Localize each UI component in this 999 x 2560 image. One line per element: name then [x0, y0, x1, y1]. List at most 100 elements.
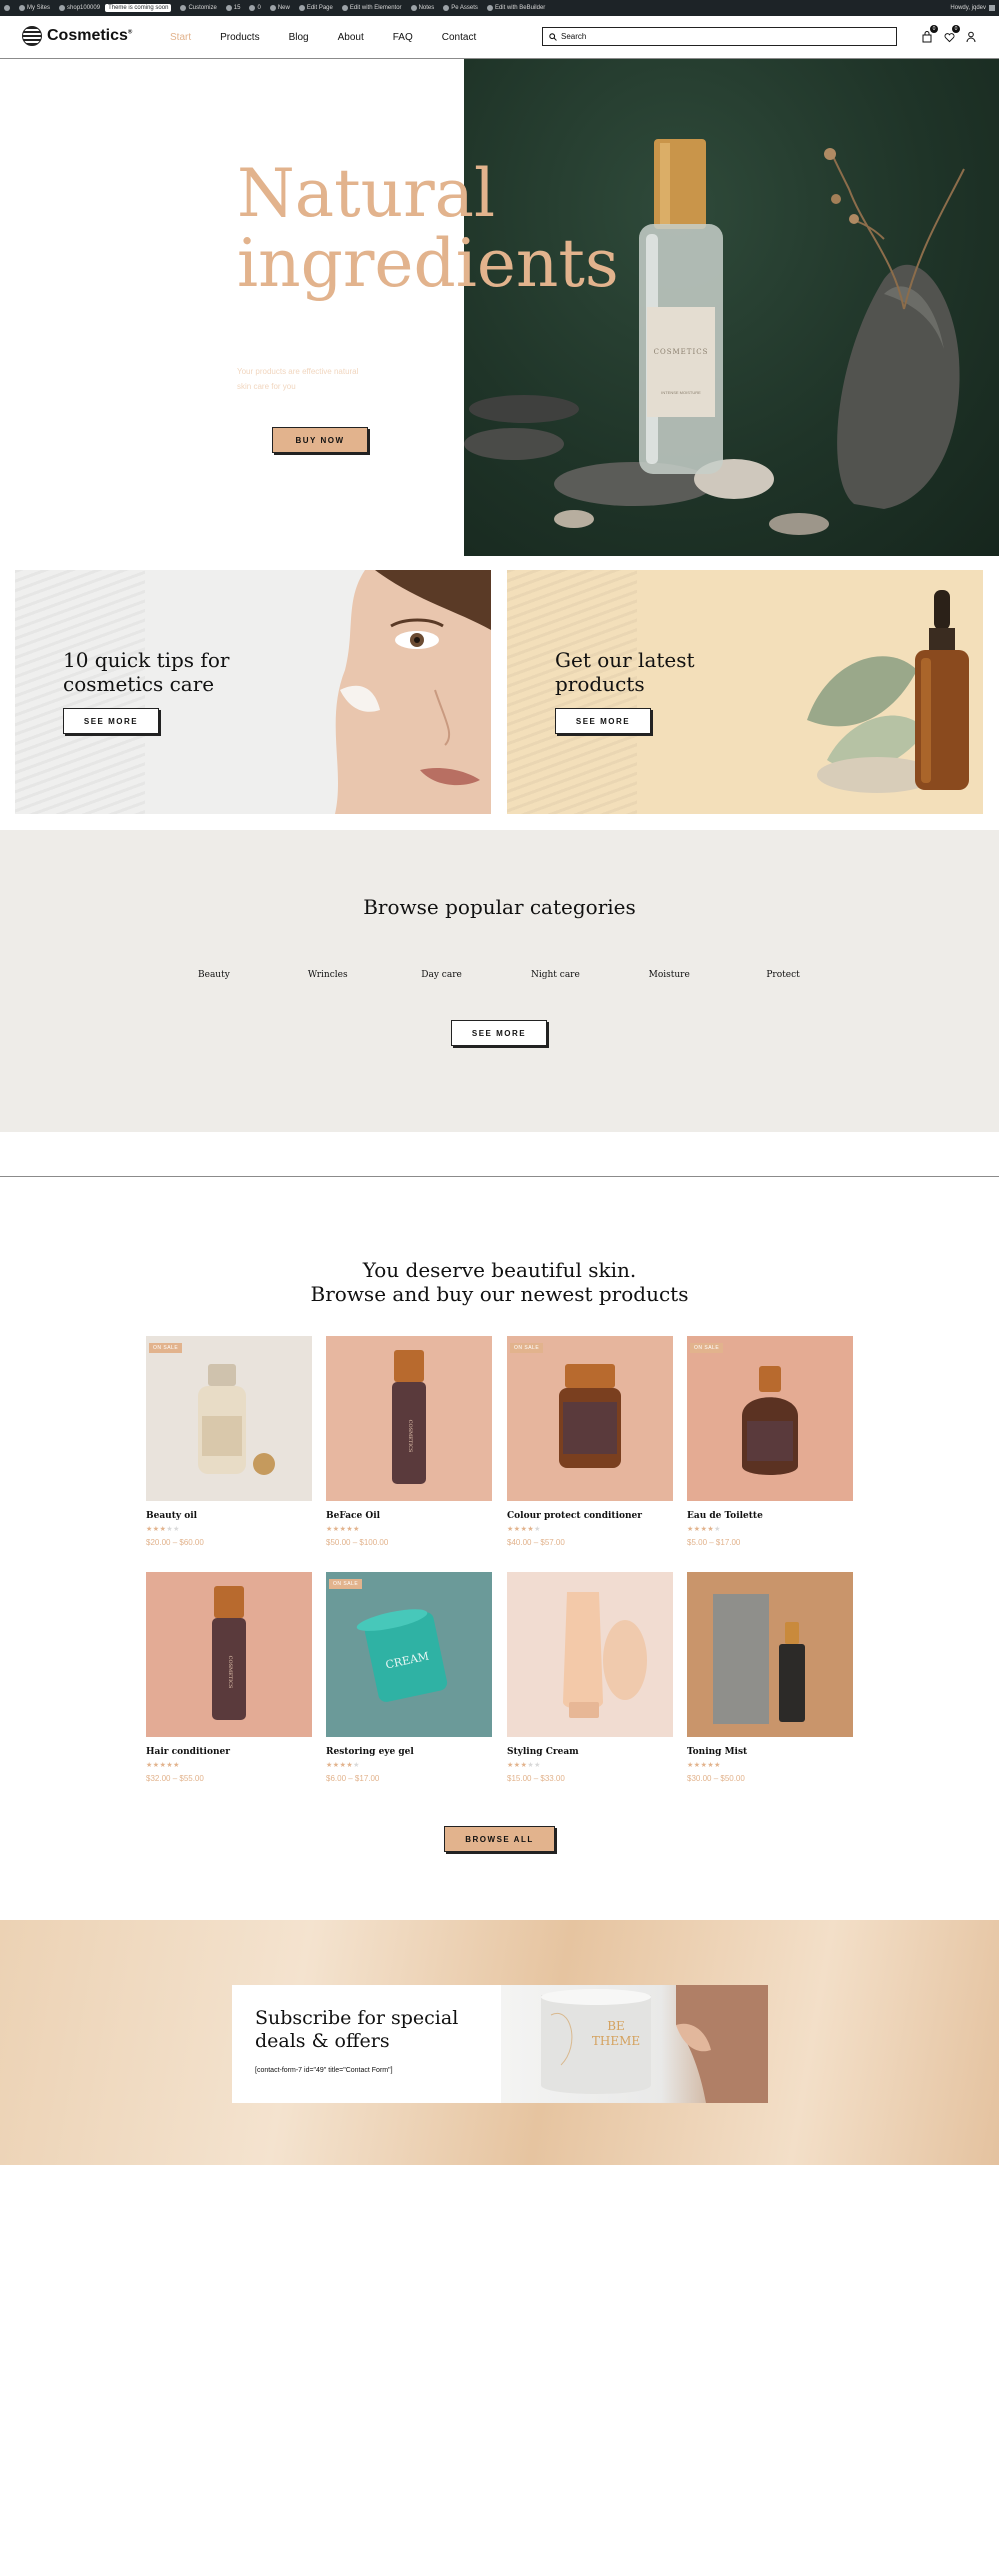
admin-item-wp[interactable] [4, 5, 10, 11]
category-protect[interactable]: Protect [726, 970, 840, 980]
wishlist-button[interactable]: 0 [944, 25, 960, 43]
sale-badge: ON SALE [149, 1343, 183, 1353]
product-price: $40.00 – $57.00 [507, 1538, 565, 1547]
product-card[interactable]: ON SALE CREAM Restoring eye gel ★★★★★ $6.… [326, 1572, 492, 1808]
product-card[interactable]: Toning Mist ★★★★★ $30.00 – $50.00 [687, 1572, 853, 1808]
admin-item-bebuilder[interactable]: Edit with BeBuilder [486, 5, 545, 11]
nav-blog[interactable]: Blog [289, 32, 309, 43]
nav-contact[interactable]: Contact [442, 32, 476, 43]
category-night-care[interactable]: Night care [498, 970, 612, 980]
promo-tips-title: 10 quick tips for cosmetics care [63, 648, 230, 696]
product-price: $15.00 – $33.00 [507, 1774, 565, 1783]
logo-text: Cosmetics [47, 27, 128, 44]
admin-item-updates[interactable]: 15 [225, 5, 240, 11]
category-day-care[interactable]: Day care [385, 970, 499, 980]
product-name[interactable]: Toning Mist [687, 1747, 853, 1757]
admin-item-comments[interactable]: 0 [249, 5, 261, 11]
promo-card-tips[interactable]: 10 quick tips for cosmetics care SEE MOR… [15, 570, 491, 814]
product-name[interactable]: Restoring eye gel [326, 1747, 492, 1757]
category-wrincles[interactable]: Wrincles [271, 970, 385, 980]
admin-bar: My Sites shop100009 Theme is coming soon… [0, 0, 999, 16]
buy-now-button[interactable]: BUY NOW [272, 427, 368, 453]
hero-image: COSMETICS INTENSE MOISTURE [464, 59, 999, 556]
section-divider [0, 1176, 999, 1177]
product-card[interactable]: COSMETICS BeFace Oil ★★★★★ $50.00 – $100… [326, 1336, 492, 1572]
product-name[interactable]: Hair conditioner [146, 1747, 312, 1757]
product-rating: ★★★★★ [326, 1525, 492, 1533]
product-art [198, 1364, 275, 1475]
categories-title: Browse popular categories [363, 895, 636, 919]
category-moisture[interactable]: Moisture [612, 970, 726, 980]
see-more-categories-button[interactable]: SEE MORE [451, 1020, 547, 1046]
category-beauty[interactable]: Beauty [157, 970, 271, 980]
main-nav: Start Products Blog About FAQ Contact [170, 16, 505, 59]
product-name[interactable]: BeFace Oil [326, 1511, 492, 1521]
star-filled-icon: ★ [152, 1762, 160, 1769]
admin-item-elementor[interactable]: Edit with Elementor [341, 5, 402, 11]
star-filled-icon: ★ [714, 1762, 721, 1769]
browse-all-button[interactable]: BROWSE ALL [444, 1826, 555, 1852]
product-art: COSMETICS [392, 1350, 426, 1484]
admin-item-notes[interactable]: Notes [410, 5, 434, 11]
product-card[interactable]: ON SALE Colour protect conditioner ★★★★★… [507, 1336, 673, 1572]
product-image: COSMETICS [146, 1572, 312, 1737]
coming-soon-badge[interactable]: Theme is coming soon [105, 4, 172, 12]
admin-item-site[interactable]: shop100009 [59, 5, 100, 11]
product-name[interactable]: Beauty oil [146, 1511, 312, 1521]
promo-latest-title: Get our latest products [555, 648, 695, 696]
star-filled-icon: ★ [687, 1762, 694, 1769]
admin-howdy[interactable]: Howdy, jqdev [950, 5, 995, 11]
star-filled-icon: ★ [353, 1526, 360, 1533]
comment-icon [249, 5, 256, 11]
product-rating: ★★★★★ [146, 1525, 312, 1533]
admin-item-customize[interactable]: Customize [180, 5, 217, 11]
product-card[interactable]: Styling Cream ★★★★★ $15.00 – $33.00 [507, 1572, 673, 1808]
note-icon [410, 5, 417, 11]
star-filled-icon: ★ [326, 1526, 333, 1533]
nav-start[interactable]: Start [170, 32, 191, 43]
star-filled-icon: ★ [173, 1762, 180, 1769]
star-filled-icon: ★ [332, 1762, 340, 1769]
product-price: $6.00 – $17.00 [326, 1774, 380, 1783]
product-name[interactable]: Styling Cream [507, 1747, 673, 1757]
product-card[interactable]: ON SALE Eau de Toilette ★★★★★ $5.00 – $1… [687, 1336, 853, 1572]
cart-count: 0 [930, 25, 938, 33]
promo-card-latest[interactable]: Get our latest products SEE MORE [507, 570, 983, 814]
cart-button[interactable]: 0 [922, 25, 938, 43]
header-icons: 0 0 [922, 25, 976, 43]
product-rating: ★★★★★ [507, 1761, 673, 1769]
nav-about[interactable]: About [338, 32, 364, 43]
account-button[interactable] [966, 30, 976, 43]
product-name[interactable]: Eau de Toilette [687, 1511, 853, 1521]
product-rating: ★★★★★ [507, 1525, 673, 1533]
nav-products[interactable]: Products [220, 32, 259, 43]
jar-text-2: THEME [592, 2034, 640, 2048]
admin-item-my-sites[interactable]: My Sites [19, 5, 50, 11]
product-price: $50.00 – $100.00 [326, 1538, 389, 1547]
product-name[interactable]: Colour protect conditioner [507, 1511, 673, 1521]
star-empty-icon: ★ [173, 1526, 180, 1533]
see-more-tips-button[interactable]: SEE MORE [63, 708, 159, 734]
site-logo[interactable]: Cosmetics® [22, 26, 132, 46]
product-card[interactable]: COSMETICS Hair conditioner ★★★★★ $32.00 … [146, 1572, 312, 1808]
product-price: $5.00 – $17.00 [687, 1538, 741, 1547]
sale-badge: ON SALE [329, 1579, 363, 1589]
admin-item-assets[interactable]: Pe Assets [443, 5, 478, 11]
pencil-icon [298, 5, 305, 11]
avatar-icon [989, 5, 995, 11]
sale-badge: ON SALE [510, 1343, 544, 1353]
user-icon [966, 31, 976, 43]
product-card[interactable]: ON SALE Beauty oil ★★★★★ $20.00 – $60.00 [146, 1336, 312, 1572]
star-empty-icon: ★ [534, 1762, 541, 1769]
star-filled-icon: ★ [146, 1526, 153, 1533]
plus-icon [269, 5, 276, 11]
bottle-text: COSMETICS [407, 1420, 413, 1453]
search-input[interactable] [561, 32, 881, 41]
categories-list: Beauty Wrincles Day care Night care Mois… [157, 970, 840, 980]
admin-item-edit-page[interactable]: Edit Page [298, 5, 333, 11]
see-more-latest-button[interactable]: SEE MORE [555, 708, 651, 734]
nav-faq[interactable]: FAQ [393, 32, 413, 43]
product-price: $32.00 – $55.00 [146, 1774, 204, 1783]
subscribe-section: Subscribe for special deals & offers [co… [0, 1920, 999, 2165]
admin-item-new[interactable]: New [269, 5, 290, 11]
